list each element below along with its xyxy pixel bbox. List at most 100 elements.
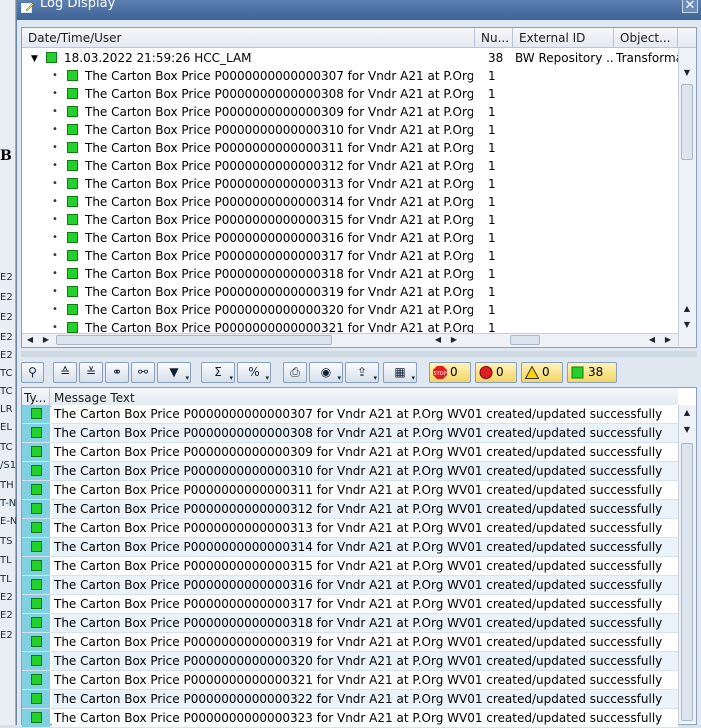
scroll-down-arrow-icon[interactable]: ▼ [681,320,693,329]
status-success-icon [67,193,78,211]
tree-child-row[interactable]: • The Carton Box Price P0000000000000316 … [22,229,682,247]
column-external-id[interactable]: External ID [513,28,614,48]
tree-child-row[interactable]: • The Carton Box Price P0000000000000308 … [22,85,682,103]
message-row[interactable]: The Carton Box Price P0000000000000314 f… [22,538,678,557]
message-row[interactable]: The Carton Box Price P0000000000000312 f… [22,500,678,519]
dropdown-arrow-icon: ▾ [373,374,377,382]
tree-horizontal-scrollbar[interactable]: ◀ ▶ ◀ ▶ ◀ ▶ [22,333,678,347]
child-message-text: The Carton Box Price P0000000000000315 f… [85,213,473,227]
find-button[interactable]: ⚭ [105,362,129,383]
message-row[interactable]: The Carton Box Price P0000000000000318 f… [22,614,678,633]
layout-button[interactable]: ▦ ▾ [383,362,417,383]
tree-child-row[interactable]: • The Carton Box Price P0000000000000311 … [22,139,682,157]
column-number[interactable]: Nu... [475,28,513,48]
status-success-icon [30,503,42,514]
tree-root-row[interactable]: ▼ 18.03.2022 21:59:26 HCC_LAM 38 BW Reposit… [22,49,682,67]
message-row[interactable]: The Carton Box Price P0000000000000310 f… [22,462,678,481]
scroll-down-arrow-icon[interactable]: ▼ [681,68,693,77]
filter-button[interactable]: ▼ ▾ [157,362,191,383]
tree-vertical-scrollbar[interactable]: ▼ ▲ ▼ [678,48,696,346]
message-row[interactable]: The Carton Box Price P0000000000000322 f… [22,690,678,709]
message-text: The Carton Box Price P0000000000000309 f… [52,443,678,461]
tree-child-row[interactable]: • The Carton Box Price P0000000000000307 … [22,67,682,85]
child-number: 1 [488,177,496,191]
tree-child-row[interactable]: • The Carton Box Price P0000000000000309 … [22,103,682,121]
scroll-up-arrow-icon[interactable]: ▲ [681,304,693,313]
tree-child-row[interactable]: • The Carton Box Price P0000000000000315 … [22,211,682,229]
warning-counter-button[interactable]: 0 [521,362,563,383]
scroll-right-arrow-icon[interactable]: ▶ [662,335,674,344]
success-counter-button[interactable]: 38 [567,362,617,383]
find-next-button[interactable]: ⚯ [131,362,155,383]
message-row[interactable]: The Carton Box Price P0000000000000307 f… [22,405,678,424]
tree-child-row[interactable]: • The Carton Box Price P0000000000000312 … [22,157,682,175]
message-row[interactable]: The Carton Box Price P0000000000000311 f… [22,481,678,500]
message-row[interactable]: The Carton Box Price P0000000000000323 f… [22,709,678,728]
child-cell: • The Carton Box Price P0000000000000316 … [22,229,473,247]
message-type-cell [22,481,50,499]
message-vertical-scrollbar[interactable]: ▲ ▼ [678,405,696,723]
message-table[interactable]: Ty... Message Text The Carton Box Price … [21,387,697,728]
tree-child-row[interactable]: • The Carton Box Price P0000000000000320 … [22,301,682,319]
message-row[interactable]: The Carton Box Price P0000000000000309 f… [22,443,678,462]
message-type-cell [22,519,50,537]
tree-child-row[interactable]: • The Carton Box Price P0000000000000314 … [22,193,682,211]
column-date-time-user[interactable]: Date/Time/User [22,28,475,48]
subtotal-button[interactable]: % ▾ [237,362,271,383]
tree-header: Date/Time/User Nu... External ID Object.… [22,28,696,48]
sort-descending-button[interactable]: ≚ [79,362,103,383]
status-success-icon [30,712,42,723]
message-type-cell [22,652,50,670]
collapse-caret-icon[interactable]: ▼ [31,50,38,67]
message-row[interactable]: The Carton Box Price P0000000000000319 f… [22,633,678,652]
close-button[interactable]: ✕ [682,0,698,13]
hscroll-thumb-2[interactable] [510,335,540,345]
print-button[interactable]: ⎙ [283,362,307,383]
status-success-icon [30,408,42,419]
message-type-cell [22,405,50,423]
message-row[interactable]: The Carton Box Price P0000000000000308 f… [22,424,678,443]
title-bar: Log Display ✕ [17,0,701,20]
status-success-icon [30,465,42,476]
error-counter-button[interactable]: 0 [475,362,517,383]
tree-scroll-thumb[interactable] [681,84,693,160]
export-button[interactable]: ⇪ ▾ [345,362,379,383]
log-tree[interactable]: Date/Time/User Nu... External ID Object.… [21,27,697,348]
scroll-left-arrow-icon[interactable]: ◀ [432,335,444,344]
layout-icon: ▦ [394,365,406,379]
message-scroll-thumb[interactable] [681,443,693,721]
error-icon [479,366,493,379]
message-text: The Carton Box Price P0000000000000310 f… [52,462,678,480]
tree-child-row[interactable]: • The Carton Box Price P0000000000000318 … [22,265,682,283]
scroll-right-arrow-icon[interactable]: ▶ [40,335,52,344]
column-object[interactable]: Object... [614,28,678,48]
child-cell: • The Carton Box Price P0000000000000320 … [22,301,473,319]
child-number: 1 [488,285,496,299]
tree-hscroll-thumb[interactable] [56,335,332,345]
stop-counter-button[interactable]: STOP 0 [429,362,471,383]
message-row[interactable]: The Carton Box Price P0000000000000315 f… [22,557,678,576]
status-success-icon [67,175,78,193]
message-row[interactable]: The Carton Box Price P0000000000000316 f… [22,576,678,595]
message-type-cell [22,576,50,594]
message-row[interactable]: The Carton Box Price P0000000000000313 f… [22,519,678,538]
views-button[interactable]: ◉ ▾ [309,362,343,383]
message-row[interactable]: The Carton Box Price P0000000000000317 f… [22,595,678,614]
tree-child-row[interactable]: • The Carton Box Price P0000000000000319 … [22,283,682,301]
scroll-left-arrow-icon[interactable]: ◀ [24,335,36,344]
tree-child-row[interactable]: • The Carton Box Price P0000000000000317 … [22,247,682,265]
details-button[interactable]: ⚲ [21,362,44,383]
scroll-up-arrow-icon[interactable]: ▲ [681,408,693,417]
message-row[interactable]: The Carton Box Price P0000000000000320 f… [22,652,678,671]
sort-ascending-button[interactable]: ≙ [53,362,77,383]
message-row[interactable]: The Carton Box Price P0000000000000321 f… [22,671,678,690]
scroll-left-arrow-icon[interactable]: ◀ [646,335,658,344]
background-text-fragment: TL [0,574,12,585]
tree-child-row[interactable]: • The Carton Box Price P0000000000000310 … [22,121,682,139]
tree-child-row[interactable]: • The Carton Box Price P0000000000000313 … [22,175,682,193]
sum-button[interactable]: Σ ▾ [201,362,235,383]
pane-splitter[interactable] [21,351,697,357]
child-message-text: The Carton Box Price P0000000000000312 f… [85,159,473,173]
scroll-right-arrow-icon[interactable]: ▶ [448,335,460,344]
scroll-down-arrow-icon[interactable]: ▼ [681,425,693,434]
